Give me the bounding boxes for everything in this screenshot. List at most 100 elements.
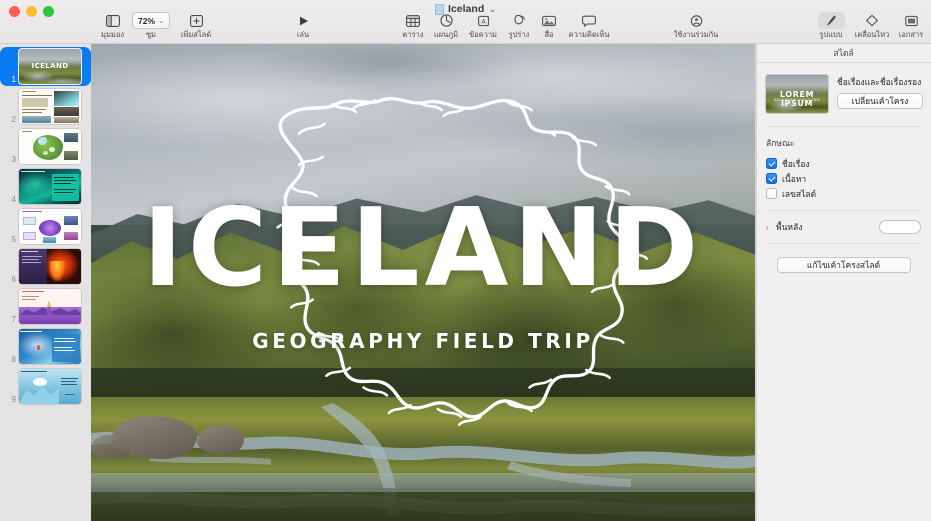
appearance-option-body[interactable]: เนื้อหา: [766, 171, 921, 186]
format-label: รูปแบบ: [819, 30, 843, 39]
slide-number: 4: [11, 195, 16, 204]
slide-number: 3: [11, 155, 16, 164]
checkbox-body[interactable]: [766, 173, 777, 184]
list-item[interactable]: 6: [0, 247, 91, 286]
checkbox-title[interactable]: [766, 158, 777, 169]
background-row[interactable]: › พื้นหลัง: [766, 219, 921, 235]
slide-number: 5: [11, 235, 16, 244]
table-label: ตาราง: [402, 30, 424, 39]
edit-slide-layout-button[interactable]: แก้ไขเค้าโครงสไลด์: [776, 257, 911, 273]
slide-number: 6: [11, 275, 16, 284]
format-button[interactable]: รูปแบบ: [812, 12, 850, 40]
toolbar-collaborate-group: ใช้งานร่วมกัน: [667, 12, 725, 40]
checkbox-title-label: ชื่อเรื่อง: [782, 158, 810, 169]
zoom-value: 72%: [138, 15, 156, 26]
collaborate-label: ใช้งานร่วมกัน: [673, 30, 719, 39]
slide-title[interactable]: ICELAND: [143, 195, 704, 303]
slide-thumbnail[interactable]: [19, 89, 81, 124]
plus-square-icon: [189, 12, 203, 29]
list-item[interactable]: 8: [0, 327, 91, 366]
slide-thumbnail[interactable]: ICELAND: [19, 49, 81, 84]
keynote-window: Iceland ⌄ มุมมอง 72% ⌄ ซูม เพิ่มสไลด์ เล…: [0, 0, 931, 521]
list-item[interactable]: 2: [0, 87, 91, 126]
slide-thumbnail[interactable]: [19, 169, 81, 204]
animate-button[interactable]: เคลื่อนไหว: [850, 12, 894, 40]
checkbox-body-label: เนื้อหา: [782, 173, 807, 184]
media-label: สื่อ: [544, 30, 554, 39]
list-item[interactable]: 1 ICELAND: [0, 47, 91, 86]
slide-subtitle[interactable]: GEOGRAPHY FIELD TRIP: [252, 329, 593, 353]
divider: [766, 243, 921, 244]
slide-number: 9: [11, 395, 16, 404]
add-slide-button[interactable]: เพิ่มสไลด์: [174, 12, 218, 40]
list-item[interactable]: 4: [0, 167, 91, 206]
play-triangle-icon: [297, 12, 310, 29]
svg-text:A: A: [481, 17, 486, 25]
slide-thumbnail[interactable]: [19, 289, 81, 324]
format-inspector: สไตล์ LOREM IPSUM GEOGRAPHY FIELD TRIP ช…: [755, 44, 931, 521]
chevron-down-icon[interactable]: ⌄: [158, 17, 164, 25]
slide-thumbnail[interactable]: [19, 369, 81, 404]
background-color-well[interactable]: [879, 220, 921, 234]
view-label: มุมมอง: [101, 30, 124, 39]
document-button[interactable]: เอกสาร: [894, 12, 928, 40]
play-label: เล่น: [296, 30, 310, 39]
layout-name: ชื่อเรื่องและชื่อเรื่องรอง: [837, 77, 922, 87]
sidebar-view-icon: [105, 12, 120, 29]
slide-canvas[interactable]: ICELAND GEOGRAPHY FIELD TRIP: [91, 44, 755, 521]
diamond-animate-icon: [865, 12, 879, 29]
list-item[interactable]: 9: [0, 367, 91, 406]
animate-label: เคลื่อนไหว: [854, 30, 890, 39]
toolbar-right-group: รูปแบบ เคลื่อนไหว เอกสาร: [812, 12, 928, 40]
list-item[interactable]: 5: [0, 207, 91, 246]
table-button[interactable]: ตาราง: [398, 12, 428, 40]
zoom-label: ซูม: [145, 30, 157, 39]
collaborate-button[interactable]: ใช้งานร่วมกัน: [667, 12, 725, 40]
document-icon: [904, 12, 918, 29]
add-slide-label: เพิ่มสไลด์: [180, 30, 212, 39]
chart-pie-icon: [439, 12, 453, 29]
slide-number: 7: [11, 315, 16, 324]
slide-thumbnail[interactable]: [19, 209, 81, 244]
checkbox-slide-number-label: เลขสไลด์: [782, 188, 817, 199]
slide-thumbnail[interactable]: [19, 249, 81, 284]
chevron-right-icon[interactable]: ›: [766, 223, 776, 232]
divider: [766, 210, 921, 211]
collaborate-person-icon: [689, 12, 704, 29]
slide-thumbnail[interactable]: [19, 329, 81, 364]
view-button[interactable]: มุมมอง: [97, 12, 128, 40]
paintbrush-icon: [817, 12, 845, 29]
list-item[interactable]: 3: [0, 127, 91, 166]
list-item[interactable]: 7: [0, 287, 91, 326]
main-toolbar: มุมมอง 72% ⌄ ซูม เพิ่มสไลด์ เล่น ตาราง แ…: [0, 12, 931, 44]
tab-style[interactable]: สไตล์: [833, 46, 853, 60]
layout-preview-thumbnail[interactable]: LOREM IPSUM GEOGRAPHY FIELD TRIP: [766, 75, 828, 113]
appearance-option-slide-number[interactable]: เลขสไลด์: [766, 186, 921, 201]
zoom-stepper[interactable]: 72% ⌄ ซูม: [128, 12, 174, 40]
document-label: เอกสาร: [898, 30, 924, 39]
text-button[interactable]: A ข้อความ: [464, 12, 502, 40]
slide-navigator[interactable]: 1 ICELAND 2 3 4 5 6 7 8 9: [0, 44, 91, 521]
layout-thumbnail-subtitle: GEOGRAPHY FIELD TRIP: [773, 97, 821, 102]
toolbar-play-group: เล่น: [288, 12, 318, 40]
inspector-tabbar: สไตล์: [756, 44, 931, 63]
inspector-body: LOREM IPSUM GEOGRAPHY FIELD TRIP ชื่อเรื…: [756, 63, 931, 273]
inspector-divider: [756, 44, 757, 521]
text-label: ข้อความ: [468, 30, 497, 39]
layout-info: ชื่อเรื่องและชื่อเรื่องรอง เปลี่ยนเค้าโค…: [837, 75, 923, 109]
checkbox-slide-number[interactable]: [766, 188, 777, 199]
change-layout-button[interactable]: เปลี่ยนเค้าโครง: [837, 93, 923, 109]
shape-button[interactable]: รูปร่าง: [502, 12, 536, 40]
comment-button[interactable]: ความคิดเห็น: [562, 12, 616, 40]
appearance-option-title[interactable]: ชื่อเรื่อง: [766, 156, 921, 171]
play-button[interactable]: เล่น: [288, 12, 318, 40]
media-button[interactable]: สื่อ: [536, 12, 562, 40]
chart-button[interactable]: แผนภูมิ: [428, 12, 464, 40]
zoom-control[interactable]: 72% ⌄: [132, 12, 170, 29]
comment-bubble-icon: [582, 12, 596, 29]
slide-thumbnail[interactable]: [19, 129, 81, 164]
appearance-section-label: ลักษณะ: [766, 138, 795, 148]
table-grid-icon: [406, 12, 420, 29]
slide-text-block: ICELAND GEOGRAPHY FIELD TRIP: [91, 44, 755, 521]
media-photo-icon: [542, 12, 556, 29]
